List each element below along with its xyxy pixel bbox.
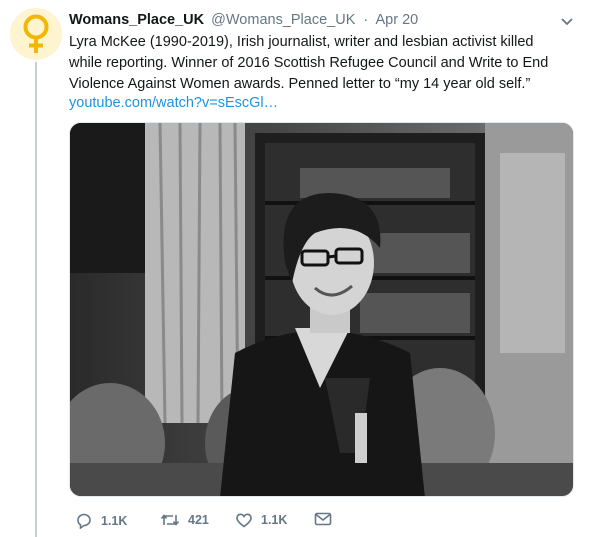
tweet-photo[interactable] <box>69 122 574 497</box>
tweet-header: Womans_Place_UK @Womans_Place_UK · Apr 2… <box>69 12 418 28</box>
reply-icon <box>77 513 91 529</box>
thread-line <box>35 62 37 537</box>
tweet-date[interactable]: Apr 20 <box>375 12 418 28</box>
retweet-count: 421 <box>188 513 209 527</box>
share-button[interactable] <box>314 512 332 526</box>
like-count: 1.1K <box>261 513 288 527</box>
avatar-column <box>0 0 70 537</box>
like-button[interactable]: 1.1K <box>235 512 287 528</box>
photo-portrait <box>70 123 573 496</box>
reply-count: 1.1K <box>101 513 128 528</box>
tweet-actions: 1.1K 421 1.1K <box>69 512 489 534</box>
tweet-menu-button[interactable] <box>557 12 577 32</box>
tweet-text: Lyra McKee (1990-2019), Irish journalist… <box>69 34 549 92</box>
tweet-link[interactable]: youtube.com/watch?v=sEscGl… <box>69 95 278 111</box>
chevron-down-icon <box>561 18 573 26</box>
venus-symbol-icon <box>23 14 49 53</box>
user-handle[interactable]: @Womans_Place_UK <box>211 12 355 28</box>
reply-button[interactable]: 1.1K <box>75 512 127 529</box>
avatar[interactable] <box>10 8 62 60</box>
envelope-icon <box>314 512 332 526</box>
display-name[interactable]: Womans_Place_UK <box>69 12 204 28</box>
retweet-icon <box>160 514 180 526</box>
heart-icon <box>236 513 252 528</box>
separator-dot: · <box>363 12 369 28</box>
retweet-button[interactable]: 421 <box>160 512 209 528</box>
